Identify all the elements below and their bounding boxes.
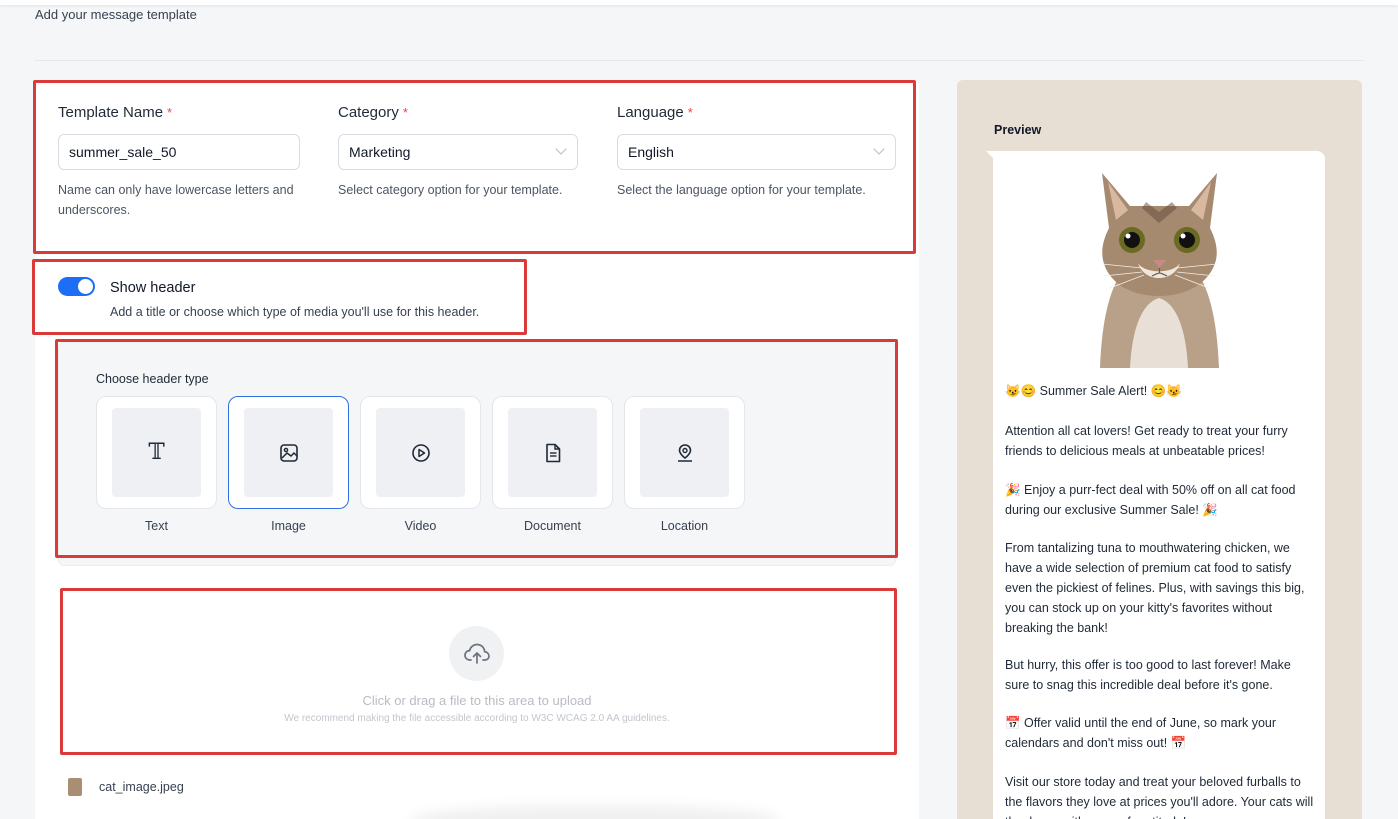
cloud-upload-icon [449,626,504,681]
preview-message-line: 🎉 Enjoy a purr-fect deal with 50% off on… [1005,483,1296,517]
language-label: Language [617,104,684,121]
show-header-description: Add a title or choose which type of medi… [110,305,480,319]
image-icon [279,443,298,462]
page-title: Add your message template [35,7,197,22]
choose-header-type-label: Choose header type [96,372,209,386]
show-header-title: Show header [110,280,196,296]
divider [35,60,1363,61]
preview-message-line: 😼😊 Summer Sale Alert! 😊😼 [1005,384,1182,398]
header-type-document[interactable] [492,396,613,509]
play-icon [411,443,430,462]
upload-instruction: Click or drag a file to this area to upl… [362,693,592,708]
template-name-field: Template Name * summer_sale_50 Name can o… [58,104,318,217]
category-select[interactable]: Marketing [338,134,578,170]
category-field: Category * Marketing Select category opti… [338,104,598,197]
template-name-label: Template Name [58,104,164,121]
preview-title: Preview [994,123,1042,137]
show-header-toggle[interactable] [58,277,95,296]
preview-message-line: 📅 Offer valid until the end of June, so … [1005,716,1277,750]
preview-message-line: Visit our store today and treat your bel… [1005,775,1314,819]
uploaded-file-item[interactable]: cat_image.jpeg [68,778,184,796]
header-type-label: Image [271,519,306,533]
chevron-down-icon [555,143,567,155]
header-type-location[interactable] [624,396,745,509]
document-icon [545,443,560,462]
language-help: Select the language option for your temp… [617,183,866,197]
header-type-text[interactable]: 𝕋 [96,396,217,509]
chevron-down-icon [873,143,885,155]
template-name-help: Name can only have lowercase letters and… [58,183,294,217]
top-bar [0,0,1398,5]
header-type-label: Location [660,519,709,533]
template-name-input[interactable]: summer_sale_50 [58,134,300,170]
required-marker: * [687,105,693,120]
upload-hint: We recommend making the file accessible … [284,713,670,724]
file-thumbnail [68,778,82,796]
location-pin-icon [677,443,692,462]
required-marker: * [402,105,408,120]
header-type-label: Document [524,519,581,533]
header-type-label: Text [145,519,168,533]
header-type-label: Video [404,519,437,533]
language-select[interactable]: English [617,134,896,170]
preview-message-line: From tantalizing tuna to mouthwatering c… [1005,541,1305,635]
category-label: Category [338,104,399,121]
language-value: English [628,144,674,160]
language-field: Language * English Select the language op… [617,104,896,197]
text-icon: 𝕋 [148,440,165,465]
toggle-knob [78,279,93,294]
preview-message-line: Attention all cat lovers! Get ready to t… [1005,424,1288,458]
file-name: cat_image.jpeg [99,780,184,794]
cat-photo [1100,173,1219,368]
category-value: Marketing [349,144,411,160]
category-help: Select category option for your template… [338,183,563,197]
preview-message-line: But hurry, this offer is too good to las… [1005,658,1291,692]
header-type-image[interactable] [228,396,349,509]
header-type-video[interactable] [360,396,481,509]
required-marker: * [167,105,173,120]
